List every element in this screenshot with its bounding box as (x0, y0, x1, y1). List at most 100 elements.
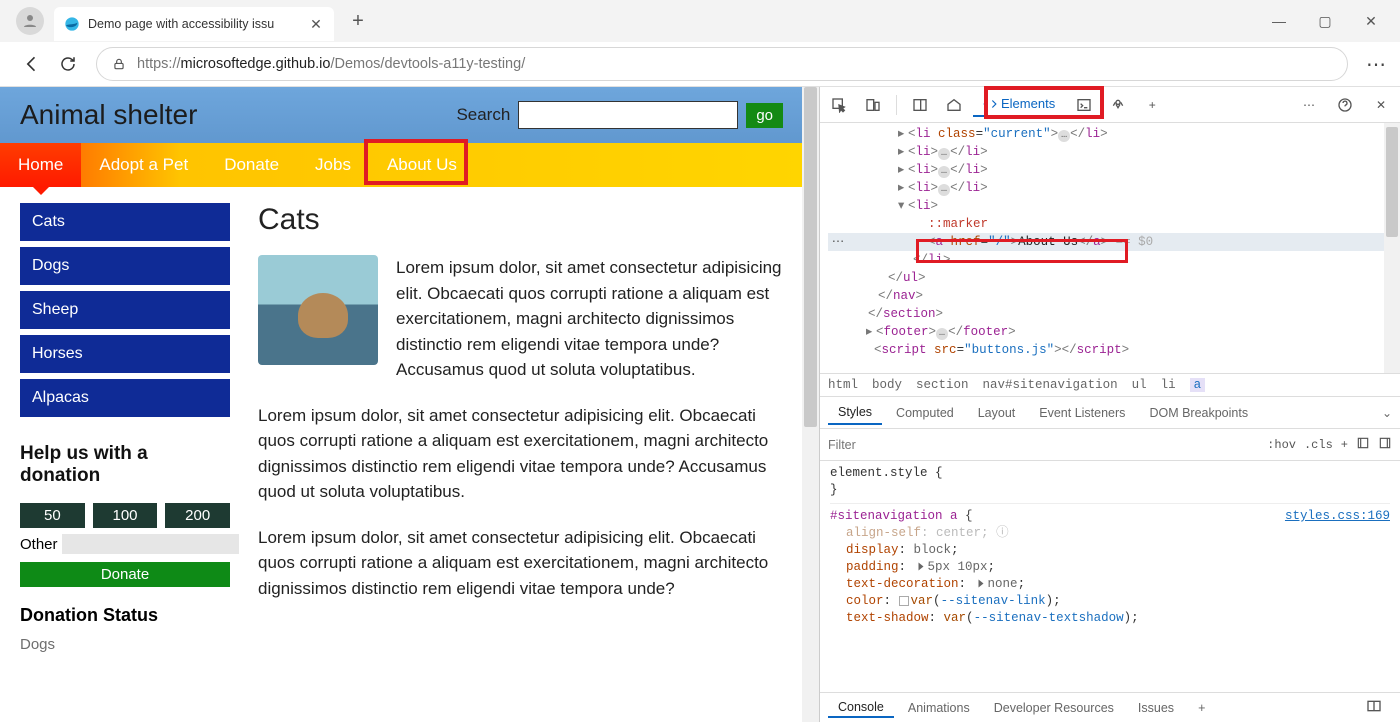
drawer-dev-resources[interactable]: Developer Resources (984, 699, 1124, 717)
search-input[interactable] (518, 101, 738, 129)
console-icon[interactable] (1069, 90, 1099, 120)
app-menu-button[interactable]: ⋯ (1358, 46, 1394, 82)
help-heading: Help us with a donation (20, 443, 230, 487)
other-input[interactable] (62, 534, 239, 554)
drawer-issues[interactable]: Issues (1128, 699, 1184, 717)
crumb-nav[interactable]: nav#sitenavigation (983, 378, 1118, 392)
page-heading: Cats (258, 203, 793, 237)
styles-source-link[interactable]: styles.css:169 (1285, 508, 1390, 525)
go-button[interactable]: go (746, 103, 783, 128)
sidebar-item-dogs[interactable]: Dogs (20, 247, 230, 285)
browser-chrome: Demo page with accessibility issu ✕ + — … (0, 0, 1400, 87)
crumb-li[interactable]: li (1161, 378, 1176, 392)
nav-jobs[interactable]: Jobs (297, 143, 369, 187)
chevron-down-icon[interactable]: ⌄ (1382, 406, 1392, 420)
address-bar: https://microsoftedge.github.io/Demos/de… (0, 42, 1400, 86)
dom-tree[interactable]: ▸<li class="current">…</li> ▸<li>…</li> … (820, 123, 1400, 373)
crumb-ul[interactable]: ul (1132, 378, 1147, 392)
url-field[interactable]: https://microsoftedge.github.io/Demos/de… (96, 47, 1348, 81)
window-controls: — ▢ ✕ (1256, 6, 1394, 36)
inspect-icon[interactable] (824, 90, 854, 120)
welcome-icon[interactable] (939, 90, 969, 120)
close-devtools-button[interactable]: ✕ (1366, 90, 1396, 120)
paragraph-3: Lorem ipsum dolor, sit amet consectetur … (258, 525, 793, 602)
person-icon (21, 12, 39, 30)
cls-toggle[interactable]: .cls (1304, 438, 1333, 452)
crumb-a[interactable]: a (1190, 378, 1206, 392)
styles-body[interactable]: element.style { } #sitenavigation a { st… (820, 461, 1400, 692)
crumb-section[interactable]: section (916, 378, 969, 392)
nav-home[interactable]: Home (0, 143, 81, 187)
devtools: Elements + ⋯ ✕ ▸<li class="current">…</l… (820, 87, 1400, 722)
main-nav: Home Adopt a Pet Donate Jobs About Us (0, 143, 803, 187)
other-label: Other (20, 536, 58, 553)
cat-image (258, 255, 378, 365)
drawer-expand-icon[interactable] (1356, 696, 1392, 719)
more-icon[interactable]: ⋯ (1294, 90, 1324, 120)
maximize-icon[interactable]: ▢ (1302, 6, 1348, 36)
device-icon[interactable] (858, 90, 888, 120)
dom-scrollbar[interactable] (1384, 123, 1400, 373)
close-window-icon[interactable]: ✕ (1348, 6, 1394, 36)
browser-tab[interactable]: Demo page with accessibility issu ✕ (54, 7, 334, 41)
minimize-icon[interactable]: — (1256, 6, 1302, 36)
new-style-button[interactable]: + (1341, 438, 1348, 452)
crumb-html[interactable]: html (828, 378, 858, 392)
nav-adopt[interactable]: Adopt a Pet (81, 143, 206, 187)
tab-computed[interactable]: Computed (886, 402, 964, 424)
tab-elements[interactable]: Elements (973, 92, 1065, 117)
main-column: Cats Lorem ipsum dolor, sit amet consect… (230, 203, 793, 653)
styles-filter-input[interactable] (828, 438, 1259, 452)
tab-event-listeners[interactable]: Event Listeners (1029, 402, 1135, 424)
help-icon[interactable] (1330, 90, 1360, 120)
donate-100[interactable]: 100 (93, 503, 158, 528)
drawer-animations[interactable]: Animations (898, 699, 980, 717)
lock-icon (111, 56, 127, 72)
devtools-toolbar: Elements + ⋯ ✕ (820, 87, 1400, 123)
styles-filter-bar: :hov .cls + (820, 429, 1400, 461)
refresh-button[interactable] (50, 46, 86, 82)
profile-avatar[interactable] (16, 7, 44, 35)
tab-layout[interactable]: Layout (968, 402, 1026, 424)
tab-styles[interactable]: Styles (828, 401, 882, 425)
code-icon (983, 97, 997, 111)
sidebar-toggle-icon[interactable] (1378, 436, 1392, 454)
site-title: Animal shelter (20, 99, 456, 131)
sidebar-item-alpacas[interactable]: Alpacas (20, 379, 230, 417)
sidebar-item-horses[interactable]: Horses (20, 335, 230, 373)
paragraph-2: Lorem ipsum dolor, sit amet consectetur … (258, 403, 793, 505)
breadcrumb[interactable]: html body section nav#sitenavigation ul … (820, 373, 1400, 397)
url-text: https://microsoftedge.github.io/Demos/de… (137, 56, 525, 72)
nav-donate[interactable]: Donate (206, 143, 297, 187)
sources-icon[interactable] (1103, 90, 1133, 120)
hov-toggle[interactable]: :hov (1267, 438, 1296, 452)
titlebar: Demo page with accessibility issu ✕ + — … (0, 0, 1400, 42)
panel-layout-icon[interactable] (905, 90, 935, 120)
sidebar-item-cats[interactable]: Cats (20, 203, 230, 241)
more-tabs-button[interactable]: + (1137, 90, 1167, 120)
sidebar: Cats Dogs Sheep Horses Alpacas Help us w… (20, 203, 230, 653)
tab-title: Demo page with accessibility issu (88, 17, 308, 31)
page-viewport: Animal shelter Search go Home Adopt a Pe… (0, 87, 820, 722)
close-icon[interactable]: ✕ (308, 16, 324, 32)
donate-50[interactable]: 50 (20, 503, 85, 528)
donation-status-dogs: Dogs (20, 636, 230, 653)
search-label: Search (456, 105, 510, 125)
crumb-body[interactable]: body (872, 378, 902, 392)
page-scrollbar[interactable] (802, 87, 819, 722)
back-button[interactable] (14, 46, 50, 82)
tab-dom-breakpoints[interactable]: DOM Breakpoints (1139, 402, 1258, 424)
donation-status-heading: Donation Status (20, 605, 230, 626)
computed-toggle-icon[interactable] (1356, 436, 1370, 454)
drawer-add-button[interactable]: + (1188, 699, 1215, 717)
drawer-console[interactable]: Console (828, 698, 894, 718)
sidebar-item-sheep[interactable]: Sheep (20, 291, 230, 329)
donate-200[interactable]: 200 (165, 503, 230, 528)
edge-icon (64, 16, 80, 32)
nav-about[interactable]: About Us (369, 143, 475, 187)
site-header: Animal shelter Search go (0, 87, 803, 143)
drawer-tabs: Console Animations Developer Resources I… (820, 692, 1400, 722)
styles-pane-tabs: Styles Computed Layout Event Listeners D… (820, 397, 1400, 429)
new-tab-button[interactable]: + (344, 7, 372, 35)
donate-button[interactable]: Donate (20, 562, 230, 587)
